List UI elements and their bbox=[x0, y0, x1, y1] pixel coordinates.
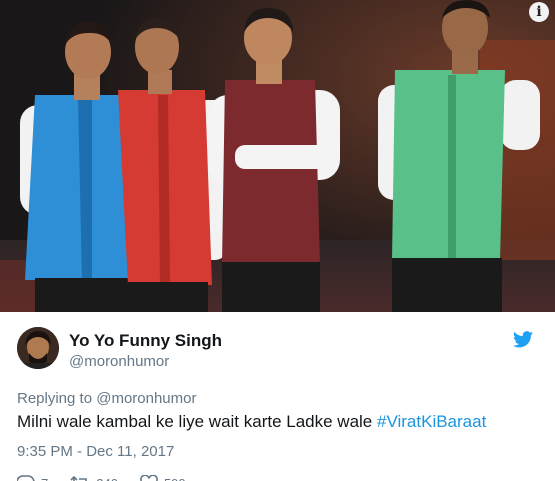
tweet-text: Milni wale kambal ke liye wait karte Lad… bbox=[17, 412, 486, 432]
tweet-text-body: Milni wale kambal ke liye wait karte Lad… bbox=[17, 412, 373, 431]
avatar-image bbox=[17, 327, 59, 369]
tweet-photo[interactable]: i bbox=[0, 0, 555, 312]
tweet-card: i Yo Yo Funny Singh @moronhumor Replying… bbox=[0, 0, 555, 481]
reply-action[interactable]: 7 bbox=[17, 475, 48, 481]
reply-count: 7 bbox=[41, 476, 48, 481]
action-bar: 7 240 590 bbox=[17, 473, 186, 481]
heart-icon bbox=[140, 475, 158, 481]
like-count: 590 bbox=[164, 476, 186, 481]
retweet-icon bbox=[70, 475, 88, 481]
hashtag-link[interactable]: #ViratKiBaraat bbox=[377, 412, 486, 431]
reply-icon bbox=[17, 475, 35, 481]
photo-illustration bbox=[0, 0, 555, 312]
user-handle[interactable]: @moronhumor bbox=[69, 353, 169, 370]
info-icon[interactable]: i bbox=[529, 2, 549, 22]
twitter-bird-icon[interactable] bbox=[513, 331, 533, 348]
retweet-action[interactable]: 240 bbox=[70, 475, 118, 481]
reply-prefix: Replying to bbox=[17, 390, 93, 407]
retweet-count: 240 bbox=[96, 476, 118, 481]
avatar[interactable] bbox=[17, 327, 59, 369]
display-name[interactable]: Yo Yo Funny Singh bbox=[69, 331, 222, 351]
reply-context: Replying to @moronhumor bbox=[17, 390, 196, 407]
reply-mention-link[interactable]: @moronhumor bbox=[96, 390, 196, 407]
like-action[interactable]: 590 bbox=[140, 475, 186, 481]
tweet-timestamp[interactable]: 9:35 PM - Dec 11, 2017 bbox=[17, 443, 174, 460]
